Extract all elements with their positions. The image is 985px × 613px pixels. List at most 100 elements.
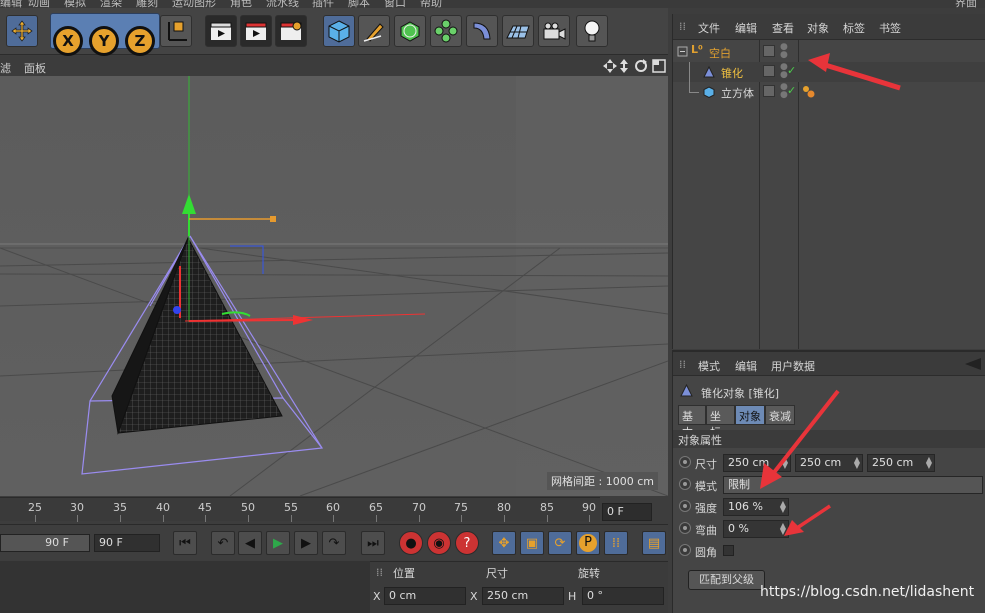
- object-name-cube[interactable]: 立方体: [721, 85, 754, 101]
- menu-file[interactable]: 文件: [698, 20, 720, 36]
- floor-button[interactable]: [502, 15, 534, 47]
- rotation-h-field[interactable]: 0 °: [582, 587, 664, 605]
- go-to-end-button[interactable]: ⏭: [361, 531, 385, 555]
- menu-user-data[interactable]: 用户数据: [771, 358, 815, 374]
- move-view-icon[interactable]: [603, 59, 617, 73]
- object-row-null[interactable]: L⁰ 空白 ● ●: [673, 42, 985, 62]
- viewport-menu-panel[interactable]: 面板: [24, 60, 46, 76]
- visibility-dots-icon[interactable]: ● ●: [780, 43, 788, 60]
- mode-dropdown[interactable]: 限制: [723, 476, 983, 494]
- key-pla-button[interactable]: ⁞⁞: [604, 531, 628, 555]
- x-axis-button[interactable]: X: [53, 26, 83, 56]
- menu-item[interactable]: 编辑: [0, 0, 22, 8]
- layer-swatch-icon[interactable]: [763, 65, 775, 77]
- spinner-icon[interactable]: ▲ ▼: [854, 456, 860, 470]
- deformer-button[interactable]: [466, 15, 498, 47]
- fillet-checkbox[interactable]: [723, 545, 734, 556]
- spinner-icon[interactable]: ▲ ▼: [780, 500, 786, 514]
- menu-view[interactable]: 查看: [772, 20, 794, 36]
- back-arrow-icon[interactable]: [965, 358, 981, 370]
- record-key-button[interactable]: ●: [399, 531, 423, 555]
- move-tool-button[interactable]: [6, 15, 38, 47]
- timeline-window-button[interactable]: ▤: [642, 531, 666, 555]
- z-axis-handle[interactable]: [173, 306, 181, 314]
- key-parameter-button[interactable]: P: [576, 531, 600, 555]
- layer-swatch-icon[interactable]: [763, 85, 775, 97]
- rotate-view-icon[interactable]: [634, 59, 648, 73]
- enabled-check-icon[interactable]: ✓: [787, 64, 796, 77]
- tab-basic[interactable]: 基本: [678, 405, 706, 439]
- object-name-taper[interactable]: 锥化: [721, 65, 743, 81]
- play-button[interactable]: ▶: [266, 531, 290, 555]
- cube-object-button[interactable]: [323, 15, 355, 47]
- key-position-button[interactable]: ✥: [492, 531, 516, 555]
- coordinate-system-button[interactable]: [160, 15, 192, 47]
- menu-mode[interactable]: 模式: [698, 358, 720, 374]
- end-frame-slider[interactable]: 90 F: [0, 534, 90, 552]
- render-view-button[interactable]: [205, 15, 237, 47]
- menu-item-layout[interactable]: 界面: [955, 0, 977, 8]
- menu-item[interactable]: 窗口: [384, 0, 406, 8]
- animate-radio[interactable]: [679, 456, 691, 468]
- previous-frame-button[interactable]: ◀: [238, 531, 262, 555]
- size-x-field[interactable]: 250 cm: [482, 587, 564, 605]
- layer-swatch-icon[interactable]: [763, 45, 775, 57]
- camera-button[interactable]: [538, 15, 570, 47]
- menu-objects[interactable]: 对象: [807, 20, 829, 36]
- previous-key-button[interactable]: ↶: [211, 531, 235, 555]
- animate-radio[interactable]: [679, 500, 691, 512]
- object-row-cube[interactable]: 立方体 ● ● ✓: [673, 82, 985, 102]
- render-settings-button[interactable]: [275, 15, 307, 47]
- key-scale-button[interactable]: ▣: [520, 531, 544, 555]
- size-x-input[interactable]: 250 cm ▲ ▼: [723, 454, 791, 472]
- menu-item[interactable]: 脚本: [348, 0, 370, 8]
- viewport-menu-filter[interactable]: 滤: [0, 60, 11, 76]
- expand-toggle-icon[interactable]: [677, 46, 689, 58]
- current-frame-field[interactable]: 0 F: [602, 503, 652, 521]
- enabled-check-icon[interactable]: ✓: [787, 84, 796, 97]
- strength-input[interactable]: 106 % ▲ ▼: [723, 498, 789, 516]
- size-y-input[interactable]: 250 cm ▲ ▼: [795, 454, 863, 472]
- menu-item[interactable]: 模拟: [64, 0, 86, 8]
- fit-to-parent-button[interactable]: 匹配到父级: [688, 570, 765, 590]
- tab-object[interactable]: 对象: [735, 405, 765, 425]
- viewport-3d[interactable]: 网格间距 : 1000 cm: [0, 76, 668, 496]
- menu-item[interactable]: 流水线: [266, 0, 299, 8]
- timeline-ruler[interactable]: 25 30 35 40 45 50 55 60 65 70 75 80 85 9…: [0, 497, 600, 522]
- spinner-icon[interactable]: ▲ ▼: [780, 522, 786, 536]
- object-row-taper[interactable]: 锥化 ● ● ✓: [673, 62, 985, 82]
- maximize-view-icon[interactable]: [652, 59, 666, 73]
- animate-radio[interactable]: [679, 522, 691, 534]
- menu-item[interactable]: 渲染: [100, 0, 122, 8]
- animate-radio[interactable]: [679, 478, 691, 490]
- scale-handle[interactable]: [270, 216, 276, 222]
- menu-item[interactable]: 雕刻: [136, 0, 158, 8]
- menu-edit[interactable]: 编辑: [735, 20, 757, 36]
- render-picture-viewer-button[interactable]: [240, 15, 272, 47]
- next-key-button[interactable]: ↷: [322, 531, 346, 555]
- keyframe-selection-button[interactable]: ?: [455, 531, 479, 555]
- menu-tags[interactable]: 标签: [843, 20, 865, 36]
- menu-item[interactable]: 动画: [28, 0, 50, 8]
- key-rotation-button[interactable]: ⟳: [548, 531, 572, 555]
- spinner-icon[interactable]: ▲ ▼: [926, 456, 932, 470]
- spinner-icon[interactable]: ▲ ▼: [782, 456, 788, 470]
- menu-edit[interactable]: 编辑: [735, 358, 757, 374]
- subdivision-button[interactable]: [394, 15, 426, 47]
- animate-radio[interactable]: [679, 544, 691, 556]
- menu-item[interactable]: 角色: [230, 0, 252, 8]
- menu-bookmarks[interactable]: 书签: [879, 20, 901, 36]
- menu-item[interactable]: 帮助: [420, 0, 442, 8]
- end-frame-field[interactable]: 90 F: [94, 534, 160, 552]
- tab-coordinates[interactable]: 坐标: [706, 405, 735, 439]
- light-button[interactable]: [576, 15, 608, 47]
- go-to-start-button[interactable]: ⏮: [173, 531, 197, 555]
- menu-item[interactable]: 插件: [312, 0, 334, 8]
- menu-item[interactable]: 运动图形: [172, 0, 216, 8]
- phong-tag-icon[interactable]: [802, 85, 816, 99]
- next-frame-button[interactable]: ▶: [294, 531, 318, 555]
- y-axis-button[interactable]: Y: [89, 26, 119, 56]
- auto-key-button[interactable]: ◉: [427, 531, 451, 555]
- tab-falloff[interactable]: 衰减: [765, 405, 795, 425]
- dolly-view-icon[interactable]: [618, 59, 630, 73]
